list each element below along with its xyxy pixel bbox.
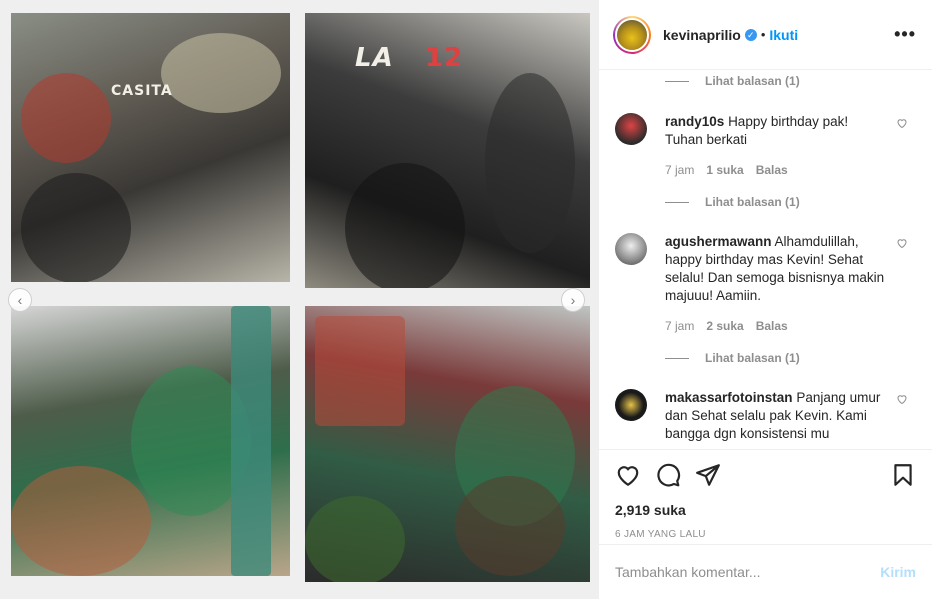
previous-image-button[interactable]: ‹ <box>8 288 32 312</box>
like-comment-heart-icon[interactable] <box>896 117 908 129</box>
comment-input[interactable] <box>615 564 881 580</box>
commenter-username[interactable]: randy10s <box>665 114 724 129</box>
likes-count[interactable]: 2,919 suka <box>615 502 916 518</box>
replies-divider <box>665 80 689 82</box>
commenter-username[interactable]: agushermawann <box>665 234 772 249</box>
sticker-brand-text: LA <box>355 43 394 73</box>
photo-bottom-left <box>11 306 290 576</box>
photo-top-right: LA 12 <box>305 13 590 288</box>
replies-divider <box>665 357 689 359</box>
commenter-avatar[interactable] <box>615 233 647 265</box>
chevron-right-icon: › <box>570 292 576 308</box>
follow-button[interactable]: Ikuti <box>769 27 798 43</box>
author-avatar[interactable] <box>613 15 651 54</box>
view-replies-label: Lihat balasan (1) <box>705 74 800 88</box>
comment-bubble-icon[interactable] <box>655 462 681 488</box>
view-replies-button[interactable]: Lihat balasan (1) <box>599 192 932 212</box>
next-image-button[interactable]: › <box>561 288 585 312</box>
comment-item: randy10s Happy birthday pak! Tuhan berka… <box>599 113 932 179</box>
sticker-number-text: 12 <box>425 43 464 73</box>
comment-item: agushermawann Alhamdulillah, happy birth… <box>599 233 932 335</box>
reply-button[interactable]: Balas <box>756 317 788 335</box>
comment-likes[interactable]: 2 suka <box>706 317 743 335</box>
comment-composer: Kirim <box>599 544 932 599</box>
view-replies-label: Lihat balasan (1) <box>705 351 800 365</box>
verified-badge-icon: ✓ <box>744 28 757 41</box>
like-comment-heart-icon[interactable] <box>896 237 908 249</box>
chevron-left-icon: ‹ <box>17 292 23 308</box>
comment-time[interactable]: 7 jam <box>665 317 694 335</box>
comment-likes[interactable]: 1 suka <box>706 161 743 179</box>
post-side-panel: kevinaprilio ✓ • Ikuti ••• Lihat balasan… <box>598 0 932 599</box>
photo-top-left: CASITA <box>11 13 290 282</box>
save-bookmark-icon[interactable] <box>890 462 916 488</box>
like-comment-heart-icon[interactable] <box>896 393 908 405</box>
comment-body: agushermawann Alhamdulillah, happy birth… <box>665 233 887 335</box>
author-username[interactable]: kevinaprilio <box>663 27 741 43</box>
post-header: kevinaprilio ✓ • Ikuti ••• <box>599 0 932 70</box>
shop-sign-text: CASITA <box>111 83 173 99</box>
action-icons-row <box>615 450 916 500</box>
photo-bottom-right <box>305 306 590 582</box>
like-heart-icon[interactable] <box>615 462 641 488</box>
post-actions: 2,919 suka 6 JAM YANG LALU <box>599 449 932 540</box>
post-comment-button[interactable]: Kirim <box>880 564 916 580</box>
view-replies-label: Lihat balasan (1) <box>705 195 800 209</box>
share-paper-plane-icon[interactable] <box>695 462 721 488</box>
more-options-icon[interactable]: ••• <box>894 24 916 45</box>
commenter-username[interactable]: makassarfotoinstan <box>665 390 793 405</box>
comment-body: randy10s Happy birthday pak! Tuhan berka… <box>665 113 887 179</box>
view-replies-button[interactable]: Lihat balasan (1) <box>599 348 932 368</box>
separator-dot: • <box>760 27 766 42</box>
comments-list[interactable]: Lihat balasan (1) randy10s Happy birthda… <box>599 71 932 449</box>
avatar-image <box>615 17 649 52</box>
comment-item: makassarfotoinstan Panjang umur dan Seha… <box>599 389 932 443</box>
commenter-avatar[interactable] <box>615 389 647 421</box>
commenter-avatar[interactable] <box>615 113 647 145</box>
comment-body: makassarfotoinstan Panjang umur dan Seha… <box>665 389 887 443</box>
post-timestamp[interactable]: 6 JAM YANG LALU <box>615 529 916 540</box>
reply-button[interactable]: Balas <box>756 161 788 179</box>
comment-meta: 7 jam 1 suka Balas <box>665 161 887 179</box>
post-media[interactable]: CASITA LA 12 ‹ › <box>0 0 598 599</box>
comment-meta: 7 jam 2 suka Balas <box>665 317 887 335</box>
comment-time[interactable]: 7 jam <box>665 161 694 179</box>
view-replies-button[interactable]: Lihat balasan (1) <box>599 71 932 91</box>
replies-divider <box>665 201 689 203</box>
